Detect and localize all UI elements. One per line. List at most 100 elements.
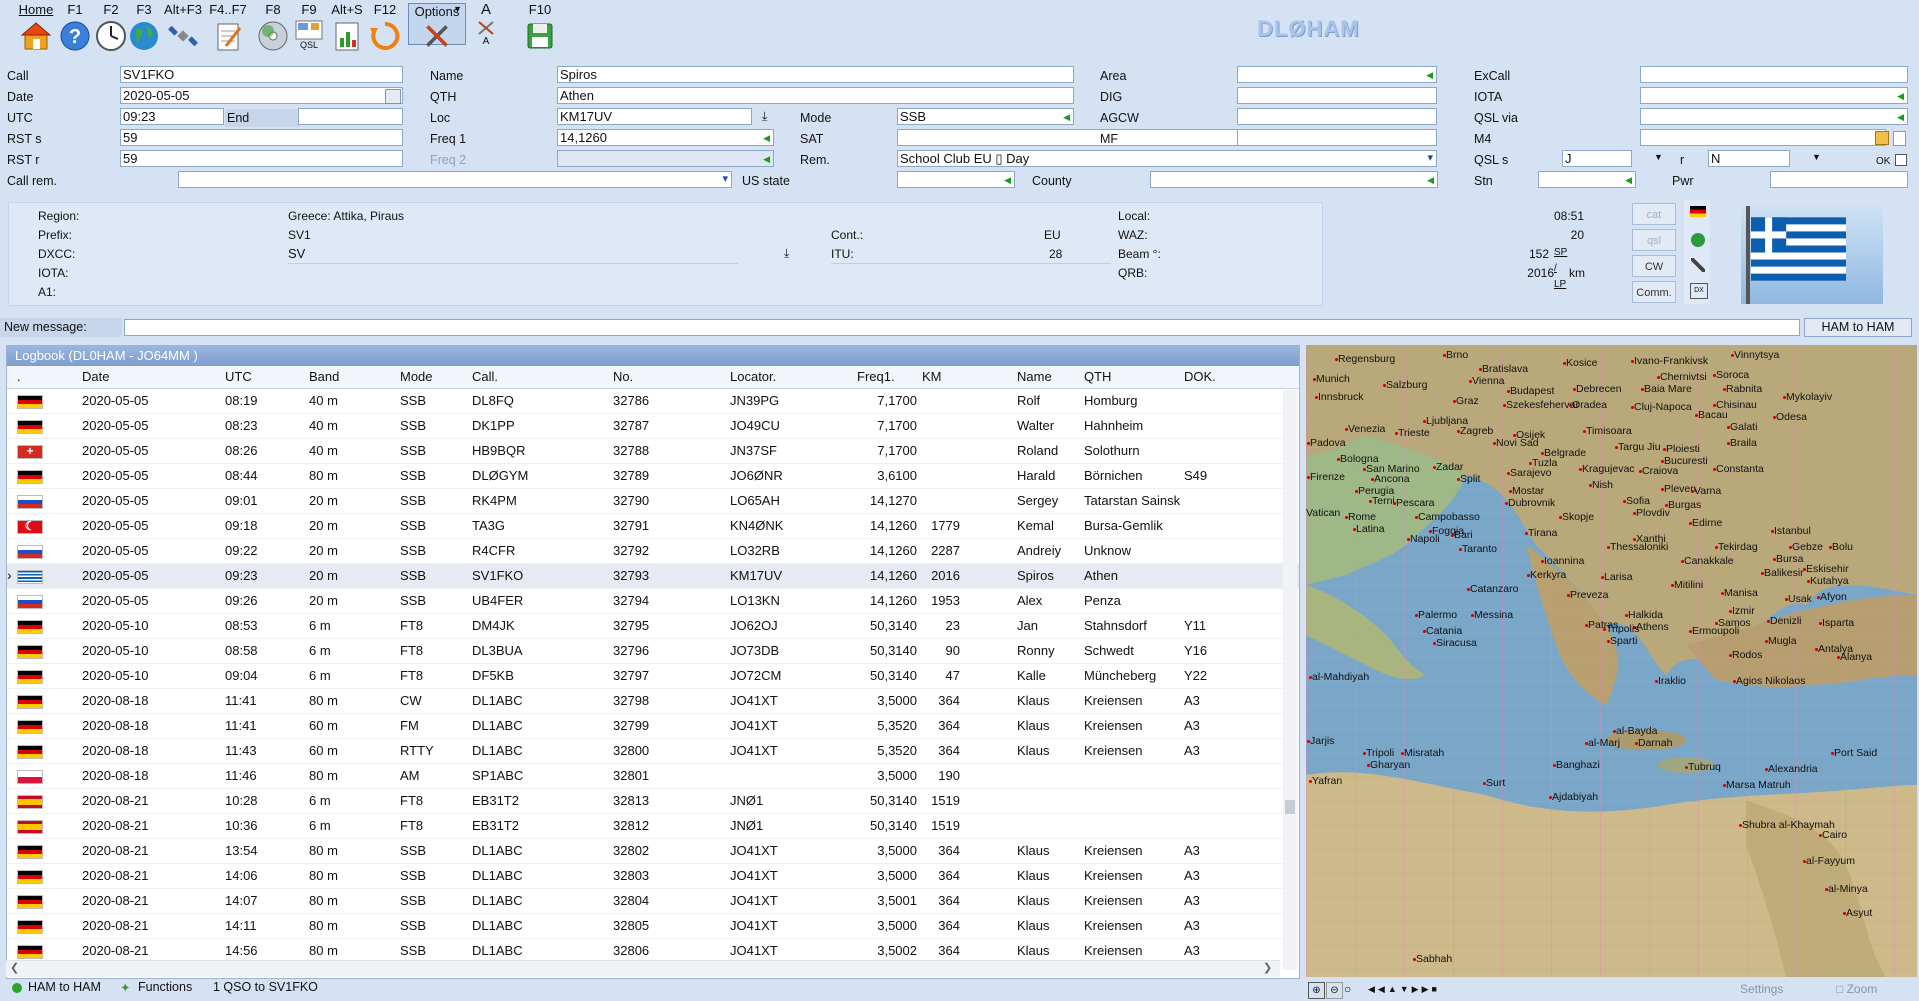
document-icon[interactable] bbox=[1893, 131, 1906, 146]
date-field[interactable]: 2020-05-05 bbox=[120, 87, 403, 104]
scrollbar-thumb[interactable] bbox=[1285, 800, 1295, 814]
refresh-button[interactable]: F12 bbox=[362, 2, 408, 56]
column-header[interactable]: DOK. bbox=[1184, 366, 1216, 388]
cat-button[interactable]: cat bbox=[1632, 203, 1676, 225]
table-row[interactable]: 2020-05-10 08:53 6 m FT8 DM4JK 32795 JO62OJ 50,… bbox=[7, 614, 1299, 639]
column-header[interactable]: Date bbox=[82, 366, 109, 388]
table-row[interactable]: › 2020-05-05 09:23 20 m SSB SV1FKO 32793 KM17UV… bbox=[7, 564, 1299, 589]
county-field[interactable] bbox=[1150, 171, 1438, 188]
folder-icon[interactable] bbox=[1875, 131, 1889, 145]
satellite-icon[interactable] bbox=[1691, 258, 1705, 272]
options-button[interactable]: Options ▼ bbox=[408, 3, 466, 47]
table-row[interactable]: 2020-08-21 10:28 6 m FT8 EB31T2 32813 JNØ1 50,3… bbox=[7, 789, 1299, 814]
zoom-out-icon[interactable]: ⊖ bbox=[1326, 982, 1343, 999]
table-row[interactable]: 2020-05-05 08:23 40 m SSB DK1PP 32787 JO49CU 7,… bbox=[7, 414, 1299, 439]
column-header[interactable]: Name bbox=[1017, 366, 1052, 388]
calendar-icon[interactable] bbox=[385, 89, 401, 104]
notepad-button[interactable]: F4..F7 bbox=[205, 2, 251, 56]
column-header[interactable]: QTH bbox=[1084, 366, 1111, 388]
locator-field[interactable]: KM17UV bbox=[557, 108, 752, 125]
station-field[interactable] bbox=[1538, 171, 1636, 188]
ham-to-ham-button[interactable]: HAM to HAM bbox=[1804, 318, 1912, 337]
scroll-left-icon[interactable]: ❮ bbox=[10, 961, 19, 974]
table-row[interactable]: 2020-05-05 08:19 40 m SSB DL8FQ 32786 JN39PG 7,… bbox=[7, 389, 1299, 414]
download-icon[interactable]: ⤓ bbox=[762, 109, 767, 124]
qsl-sent-dropdown-icon[interactable]: ▼ bbox=[1654, 152, 1663, 162]
name-field[interactable]: Spiros bbox=[557, 66, 1074, 83]
column-header[interactable]: KM bbox=[922, 366, 942, 388]
table-row[interactable]: 2020-08-18 11:43 60 m RTTY DL1ABC 32800 JO41XT… bbox=[7, 739, 1299, 764]
globe-small-icon[interactable]: ○ bbox=[1344, 982, 1359, 997]
power-field[interactable] bbox=[1770, 171, 1908, 188]
font-size-button[interactable]: A A bbox=[464, 2, 508, 56]
satellite-button[interactable]: Alt+F3 bbox=[160, 2, 206, 56]
qsl-sent-field[interactable]: J bbox=[1562, 150, 1632, 167]
table-row[interactable]: 2020-05-05 09:01 20 m SSB RK4PM 32790 LO65AH 14… bbox=[7, 489, 1299, 514]
table-row[interactable]: 2020-05-05 09:26 20 m SSB UB4FER 32794 LO13KN 1… bbox=[7, 589, 1299, 614]
functions-menu[interactable]: Functions bbox=[138, 980, 192, 994]
column-header[interactable]: Band bbox=[309, 366, 339, 388]
table-row[interactable]: 2020-05-10 09:04 6 m FT8 DF5KB 32797 JO72CM 50,… bbox=[7, 664, 1299, 689]
end-field[interactable] bbox=[298, 108, 403, 125]
call-field[interactable]: SV1FKO bbox=[120, 66, 403, 83]
map-canvas[interactable] bbox=[1306, 345, 1917, 977]
mf-field[interactable] bbox=[1237, 129, 1437, 146]
us-state-field[interactable] bbox=[897, 171, 1015, 188]
comm-button[interactable]: Comm. bbox=[1632, 281, 1676, 303]
qsl-received-dropdown-icon[interactable]: ▼ bbox=[1812, 152, 1821, 162]
m4-field[interactable] bbox=[1640, 129, 1886, 146]
table-row[interactable]: 2020-05-10 08:58 6 m FT8 DL3BUA 32796 JO73DB 50… bbox=[7, 639, 1299, 664]
freq2-field[interactable] bbox=[557, 150, 774, 167]
column-header[interactable]: Mode bbox=[400, 366, 433, 388]
table-row[interactable]: ☾ 2020-05-05 09:18 20 m SSB TA3G 32791 KN4ØNK 14… bbox=[7, 514, 1299, 539]
sp-lp-link[interactable]: SP / LP bbox=[1554, 245, 1567, 290]
table-row[interactable]: 2020-05-05 08:44 80 m SSB DLØGYM 32789 JO6ØNR 3… bbox=[7, 464, 1299, 489]
zoom-in-icon[interactable]: ⊕ bbox=[1308, 982, 1325, 999]
scroll-right-icon[interactable]: ❯ bbox=[1263, 961, 1272, 974]
download-icon[interactable]: ⤓ bbox=[784, 246, 789, 261]
qsl-via-field[interactable] bbox=[1640, 108, 1908, 125]
excall-field[interactable] bbox=[1640, 66, 1908, 83]
horizontal-scrollbar[interactable]: ❮ ❯ bbox=[6, 960, 1280, 977]
map-navigation-icons[interactable]: ◀◀▲▼▶▶■ bbox=[1368, 982, 1440, 997]
column-header[interactable]: . bbox=[17, 366, 21, 388]
table-row[interactable]: 2020-05-05 09:22 20 m SSB R4CFR 32792 LO32RB 14… bbox=[7, 539, 1299, 564]
utc-field[interactable]: 09:23 bbox=[120, 108, 224, 125]
table-row[interactable]: 2020-08-21 14:11 80 m SSB DL1ABC 32805 JO41XT 3… bbox=[7, 914, 1299, 939]
rst-sent-field[interactable]: 59 bbox=[120, 129, 403, 146]
column-header[interactable]: Call. bbox=[472, 366, 498, 388]
rst-received-field[interactable]: 59 bbox=[120, 150, 403, 167]
area-field[interactable] bbox=[1237, 66, 1437, 83]
qsl-received-field[interactable]: N bbox=[1708, 150, 1790, 167]
table-row[interactable]: 2020-08-21 10:36 6 m FT8 EB31T2 32812 JNØ1 50,3… bbox=[7, 814, 1299, 839]
ok-checkbox[interactable] bbox=[1895, 154, 1907, 166]
save-button[interactable]: F10 bbox=[517, 2, 563, 56]
column-header[interactable]: Freq1. bbox=[857, 366, 895, 388]
table-row[interactable]: 2020-08-18 11:41 80 m CW DL1ABC 32798 JO41XT 3,… bbox=[7, 689, 1299, 714]
table-row[interactable]: 2020-08-18 11:41 60 m FM DL1ABC 32799 JO41XT 5,… bbox=[7, 714, 1299, 739]
agcw-field[interactable] bbox=[1237, 108, 1437, 125]
map-panel[interactable]: Regensburg Brno Bratislava Kosice Ivano-Fran… bbox=[1306, 345, 1917, 977]
dig-field[interactable] bbox=[1237, 87, 1437, 104]
table-row[interactable]: 2020-08-18 11:46 80 m AM SP1ABC 32801 3,5000 19… bbox=[7, 764, 1299, 789]
dx-icon[interactable]: DX bbox=[1690, 283, 1708, 299]
qsl-button[interactable]: qsl bbox=[1632, 229, 1676, 251]
globe-icon[interactable] bbox=[1691, 233, 1705, 247]
call-remark-field[interactable] bbox=[178, 171, 732, 188]
mode-field[interactable]: SSB bbox=[897, 108, 1074, 125]
map-zoom-link[interactable]: □ Zoom bbox=[1836, 982, 1877, 996]
connection-status[interactable]: HAM to HAM bbox=[28, 980, 101, 994]
map-settings-link[interactable]: Settings bbox=[1740, 982, 1783, 996]
cw-button[interactable]: CW bbox=[1632, 255, 1676, 277]
remark-field[interactable]: School Club EU ▯ Day bbox=[897, 150, 1437, 167]
column-header[interactable]: Locator. bbox=[730, 366, 776, 388]
column-header[interactable]: UTC bbox=[225, 366, 252, 388]
table-row[interactable]: 2020-08-21 14:07 80 m SSB DL1ABC 32804 JO41XT 3… bbox=[7, 889, 1299, 914]
table-row[interactable]: 2020-08-21 13:54 80 m SSB DL1ABC 32802 JO41XT 3… bbox=[7, 839, 1299, 864]
freq1-field[interactable]: 14,1260 bbox=[557, 129, 774, 146]
table-row[interactable]: 2020-08-21 14:06 80 m SSB DL1ABC 32803 JO41XT 3… bbox=[7, 864, 1299, 889]
qth-field[interactable]: Athen bbox=[557, 87, 1074, 104]
new-message-input[interactable] bbox=[124, 319, 1800, 336]
iota-field[interactable] bbox=[1640, 87, 1908, 104]
table-row[interactable]: +2020-05-05 08:26 40 m SSB HB9BQR 32788 JN37SF… bbox=[7, 439, 1299, 464]
